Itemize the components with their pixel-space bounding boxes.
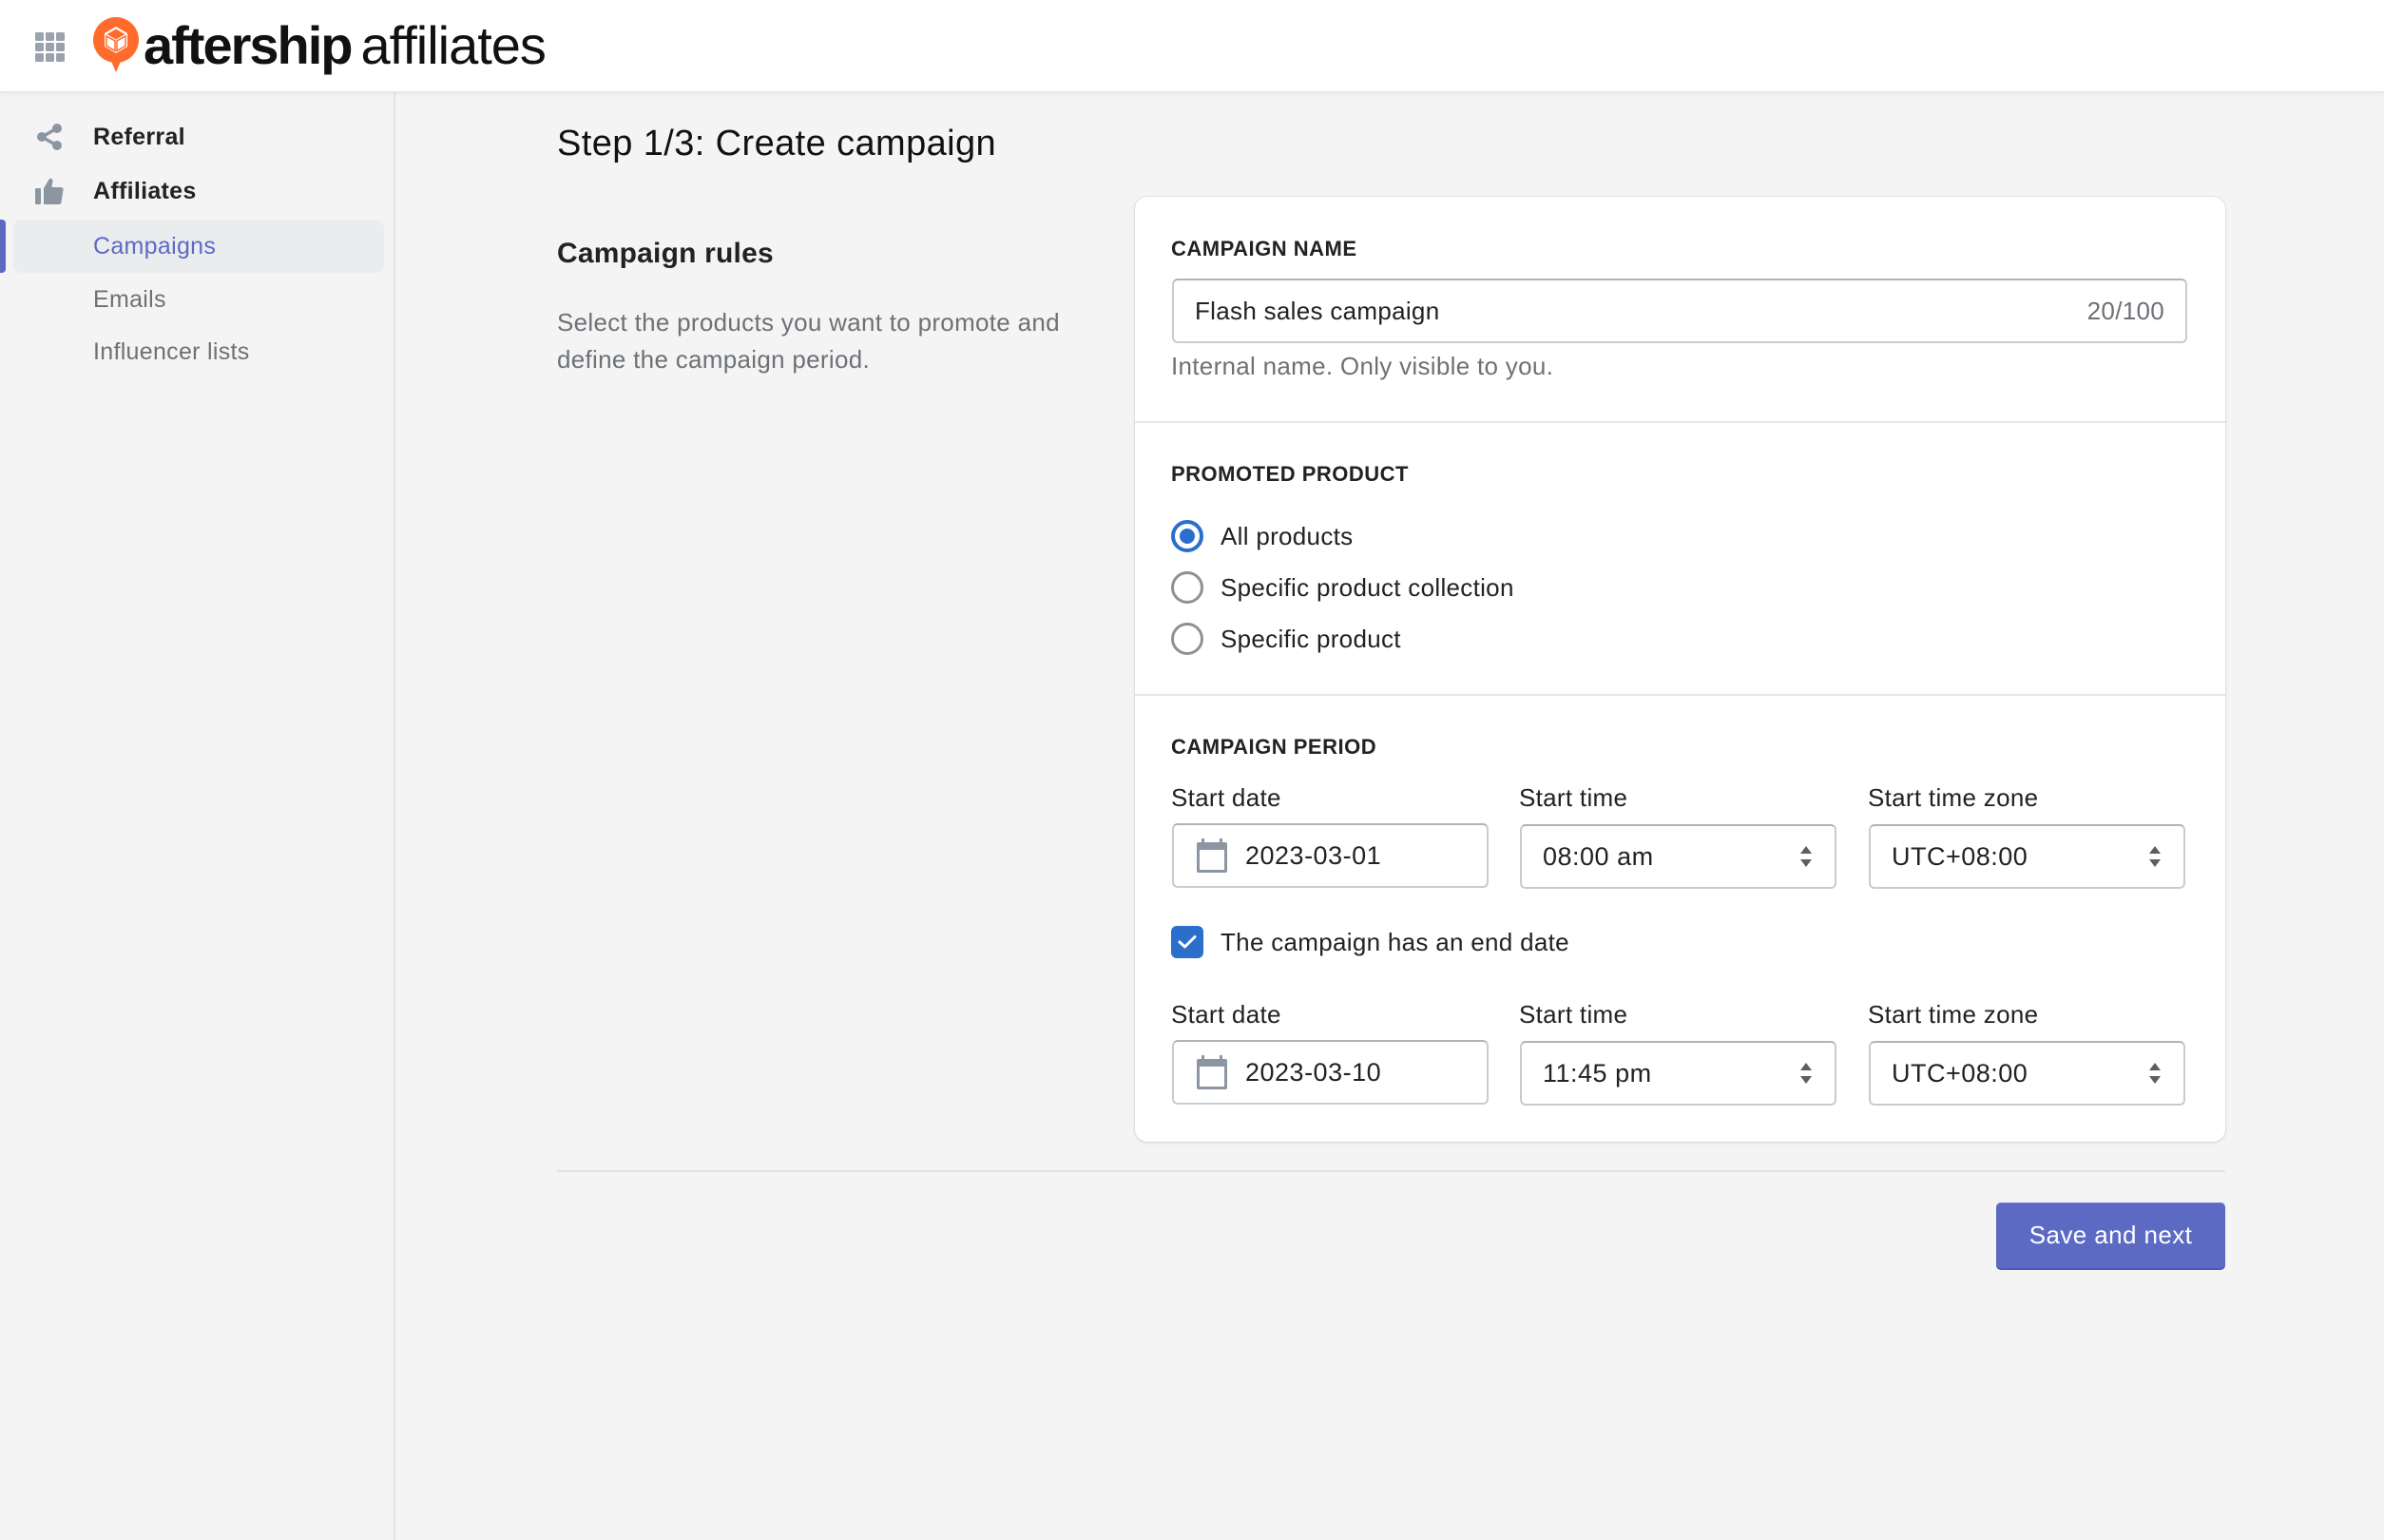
start-timezone-label: Start time zone <box>1868 783 2039 812</box>
sidebar-item-label: Campaigns <box>93 232 217 260</box>
start-date-value: 2023-03-01 <box>1245 840 1382 870</box>
end-time-select[interactable]: 11:45 pm <box>1520 1041 1836 1106</box>
grid-apps-icon[interactable] <box>35 32 65 62</box>
checkbox[interactable] <box>1171 926 1203 958</box>
end-time-label: Start time <box>1519 1000 1628 1029</box>
sidebar-item-affiliates[interactable]: Affiliates <box>0 164 395 218</box>
campaign-rules-card: CAMPAIGN NAME Flash sales campaign 20/10… <box>1135 197 2225 1142</box>
end-timezone-select[interactable]: UTC+08:00 <box>1869 1041 2185 1106</box>
section-divider <box>1135 694 2225 696</box>
checkmark-icon <box>1178 935 1197 949</box>
start-timezone-select[interactable]: UTC+08:00 <box>1869 824 2185 889</box>
campaign-period-label: CAMPAIGN PERIOD <box>1171 735 1377 759</box>
aftership-logo-icon <box>93 17 139 72</box>
sidebar-item-label: Influencer lists <box>93 337 250 365</box>
thumbs-up-icon <box>35 178 64 204</box>
radio-specific-product[interactable]: Specific product <box>1171 620 1401 658</box>
sidebar-item-label: Affiliates <box>93 177 197 204</box>
product-name: affiliates <box>360 15 547 75</box>
page-title: Step 1/3: Create campaign <box>557 124 997 164</box>
calendar-icon <box>1197 838 1227 873</box>
active-indicator <box>0 220 6 273</box>
campaign-name-label: CAMPAIGN NAME <box>1171 237 1357 260</box>
sidebar-item-referral[interactable]: Referral <box>0 110 395 164</box>
brand-name: aftership <box>144 15 353 75</box>
start-timezone-value: UTC+08:00 <box>1892 841 2028 871</box>
end-date-checkbox[interactable]: The campaign has an end date <box>1171 926 1569 958</box>
radio-label: All products <box>1221 521 1354 550</box>
start-time-select[interactable]: 08:00 am <box>1520 824 1836 889</box>
sidebar-item-influencer-lists[interactable]: Influencer lists <box>0 325 395 378</box>
radio-button[interactable] <box>1171 520 1203 552</box>
start-date-label: Start date <box>1171 783 1281 812</box>
top-bar: aftership affiliates <box>0 0 2384 92</box>
share-icon <box>37 124 62 150</box>
campaign-name-input[interactable]: Flash sales campaign 20/100 <box>1172 279 2187 343</box>
sidebar-item-label: Emails <box>93 285 166 313</box>
campaign-name-value: Flash sales campaign <box>1195 296 1440 325</box>
end-timezone-value: UTC+08:00 <box>1892 1058 2028 1088</box>
sidebar: Referral Affiliates Campaigns Emails Inf… <box>0 92 395 1540</box>
campaign-name-help: Internal name. Only visible to you. <box>1171 352 1554 380</box>
radio-label: Specific product collection <box>1221 572 1514 602</box>
radio-specific-collection[interactable]: Specific product collection <box>1171 568 1514 606</box>
end-date-input[interactable]: 2023-03-10 <box>1172 1040 1489 1105</box>
save-and-next-button[interactable]: Save and next <box>1996 1203 2225 1268</box>
promoted-product-label: PROMOTED PRODUCT <box>1171 462 1409 486</box>
footer-divider <box>557 1170 2225 1172</box>
select-arrows-icon <box>1800 1063 1812 1084</box>
character-counter: 20/100 <box>2086 296 2164 325</box>
radio-label: Specific product <box>1221 624 1401 653</box>
radio-all-products[interactable]: All products <box>1171 517 1353 555</box>
calendar-icon <box>1197 1055 1227 1089</box>
checkbox-label: The campaign has an end date <box>1221 927 1569 956</box>
select-arrows-icon <box>1800 846 1812 867</box>
start-time-value: 08:00 am <box>1543 841 1654 871</box>
select-arrows-icon <box>2149 1063 2161 1084</box>
sidebar-item-emails[interactable]: Emails <box>0 273 395 326</box>
section-divider <box>1135 421 2225 423</box>
section-description: Select the products you want to promote … <box>557 308 1060 374</box>
end-time-value: 11:45 pm <box>1543 1058 1652 1088</box>
start-date-input[interactable]: 2023-03-01 <box>1172 823 1489 888</box>
end-timezone-label: Start time zone <box>1868 1000 2039 1029</box>
end-date-label: Start date <box>1171 1000 1281 1029</box>
section-title: Campaign rules <box>557 238 774 269</box>
end-date-value: 2023-03-10 <box>1245 1057 1382 1087</box>
radio-button[interactable] <box>1171 571 1203 604</box>
app-logo[interactable]: aftership affiliates <box>92 15 547 75</box>
sidebar-item-campaigns[interactable]: Campaigns <box>0 220 395 273</box>
radio-button[interactable] <box>1171 623 1203 655</box>
start-time-label: Start time <box>1519 783 1628 812</box>
sidebar-item-label: Referral <box>93 123 185 150</box>
select-arrows-icon <box>2149 846 2161 867</box>
